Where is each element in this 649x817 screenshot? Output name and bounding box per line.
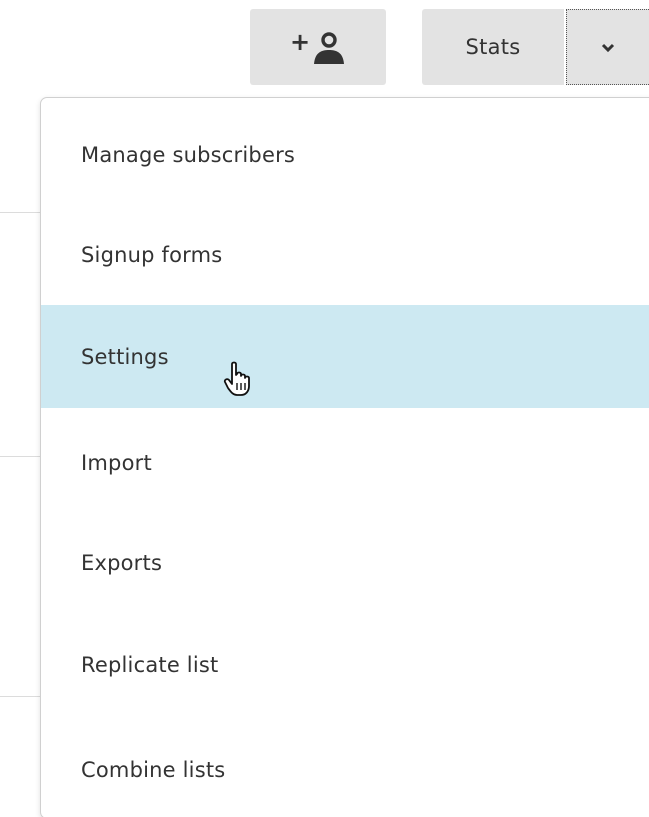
menu-item-combine-lists[interactable]: Combine lists: [41, 718, 649, 817]
page: + Stats Manage subscribers Signup forms: [0, 0, 649, 817]
menu-item-replicate-list[interactable]: Replicate list: [41, 613, 649, 716]
menu-item-label: Replicate list: [81, 652, 219, 677]
dropdown-toggle-button[interactable]: [566, 9, 649, 85]
menu-item-label: Settings: [81, 344, 169, 369]
menu-item-manage-subscribers[interactable]: Manage subscribers: [41, 103, 649, 206]
background-divider: [0, 696, 40, 697]
chevron-down-icon: [601, 38, 615, 57]
menu-item-settings[interactable]: Settings: [41, 305, 649, 408]
menu-item-signup-forms[interactable]: Signup forms: [41, 203, 649, 306]
menu-item-label: Exports: [81, 550, 163, 575]
add-subscriber-button[interactable]: +: [250, 9, 386, 85]
menu-item-import[interactable]: Import: [41, 411, 649, 514]
menu-item-label: Import: [81, 450, 152, 475]
person-icon: [312, 29, 346, 65]
menu-item-label: Manage subscribers: [81, 142, 296, 167]
menu-item-label: Combine lists: [81, 757, 226, 782]
background-divider: [0, 456, 40, 457]
stats-label: Stats: [465, 35, 521, 59]
menu-item-exports[interactable]: Exports: [41, 511, 649, 614]
background-divider: [0, 212, 40, 213]
dropdown-menu: Manage subscribers Signup forms Settings…: [40, 97, 649, 817]
plus-sign: +: [289, 28, 311, 56]
stats-button[interactable]: Stats: [422, 9, 564, 85]
menu-item-label: Signup forms: [81, 242, 223, 267]
